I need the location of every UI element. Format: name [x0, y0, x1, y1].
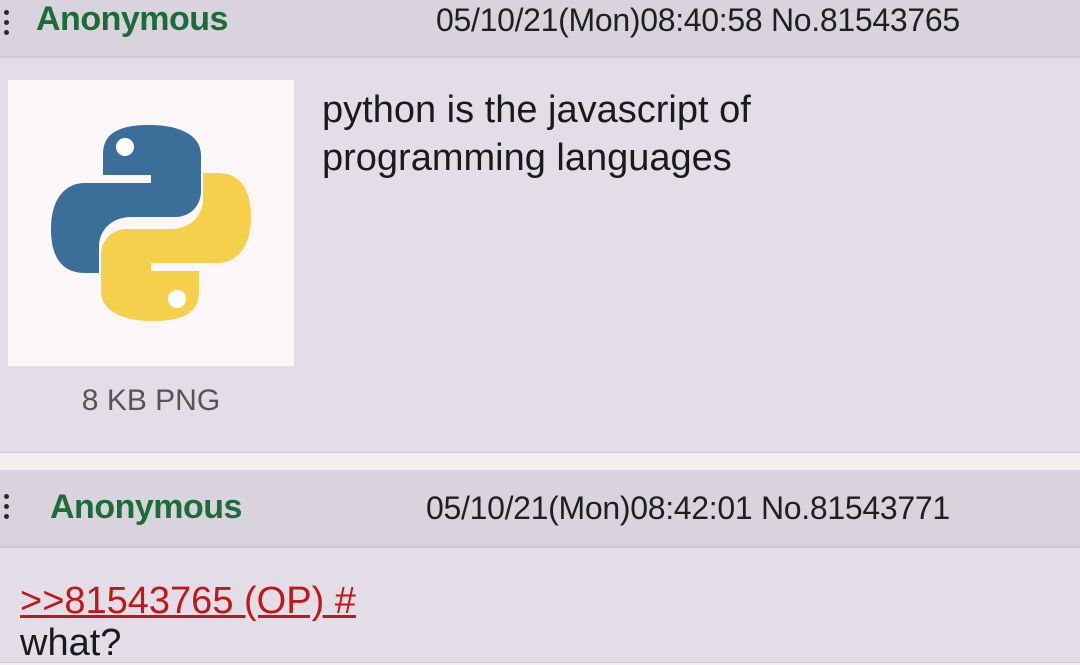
post-body: python is the javascript of programming …: [322, 89, 751, 179]
post-thumbnail[interactable]: [8, 80, 294, 366]
post-meta: 05/10/21(Mon)08:40:58 No.81543765: [436, 2, 960, 39]
post-datetime: 05/10/21(Mon)08:40:58: [436, 2, 763, 38]
poster-name: Anonymous: [50, 488, 242, 526]
post-header: Anonymous 05/10/21(Mon)08:40:58 No.81543…: [0, 0, 1080, 58]
post-header: Anonymous 05/10/21(Mon)08:42:01 No.81543…: [0, 470, 1080, 548]
python-logo-icon: [51, 125, 251, 321]
quote-link[interactable]: >>81543765 (OP) #: [20, 580, 356, 623]
post-reply: Anonymous 05/10/21(Mon)08:42:01 No.81543…: [0, 470, 1080, 664]
post-number[interactable]: No.81543765: [771, 2, 960, 38]
post-menu-icon[interactable]: [4, 494, 14, 524]
post-op: Anonymous 05/10/21(Mon)08:40:58 No.81543…: [0, 0, 1080, 453]
post-number[interactable]: No.81543771: [761, 490, 950, 526]
post-body: what?: [20, 622, 122, 664]
post-menu-icon[interactable]: [4, 10, 14, 40]
file-info: 8 KB PNG: [81, 384, 221, 417]
post-datetime: 05/10/21(Mon)08:42:01: [426, 490, 753, 526]
poster-name: Anonymous: [36, 0, 228, 38]
post-meta: 05/10/21(Mon)08:42:01 No.81543771: [426, 490, 950, 527]
